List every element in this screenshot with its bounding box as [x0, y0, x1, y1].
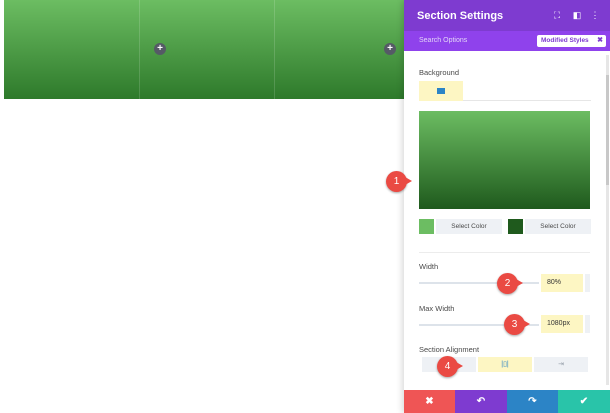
background-gradient-tab[interactable]	[419, 81, 463, 101]
modal-search-bar: Search Options Modified Styles ✖	[404, 31, 610, 51]
scrollbar[interactable]	[606, 55, 609, 385]
gradient-preview[interactable]	[419, 111, 590, 209]
gradient-start-swatch[interactable]	[419, 219, 434, 234]
background-label: Background	[419, 68, 460, 77]
gradient-end-select-color-button[interactable]: Select Color	[525, 219, 591, 234]
redo-button[interactable]: ↷	[507, 390, 558, 413]
close-icon[interactable]: ✖	[597, 36, 603, 44]
max-width-label: Max Width	[419, 304, 455, 313]
modified-styles-filter[interactable]: Modified Styles ✖	[537, 35, 606, 47]
section-settings-modal: Section Settings ⛶ ◧ ⋮ Search Options Mo…	[404, 0, 610, 413]
filter-badge-label: Modified Styles	[541, 37, 589, 44]
gradient-end-swatch[interactable]	[508, 219, 523, 234]
center-align-icon[interactable]: |▯|	[478, 357, 532, 372]
modal-header: Section Settings ⛶ ◧ ⋮	[404, 0, 610, 31]
column-divider	[139, 0, 140, 99]
fullscreen-icon[interactable]: ⛶	[552, 10, 562, 21]
gradient-start-select-color-button[interactable]: Select Color	[436, 219, 502, 234]
more-options-icon[interactable]: ⋮	[590, 10, 600, 21]
max-width-value-unit	[585, 315, 590, 333]
tab-underline	[463, 100, 591, 101]
callout-4: 4	[437, 356, 463, 377]
gradient-icon	[437, 88, 445, 94]
width-label: Width	[419, 262, 439, 271]
right-align-icon[interactable]: ⇥	[534, 357, 588, 372]
scroll-thumb[interactable]	[606, 75, 609, 185]
callout-3: 3	[504, 314, 530, 335]
undo-button[interactable]: ↶	[455, 390, 507, 413]
max-width-value-input[interactable]: 1080px	[541, 315, 583, 333]
cancel-button[interactable]: ✖	[404, 390, 455, 413]
callout-2: 2	[497, 273, 523, 294]
callout-1: 1	[386, 171, 412, 192]
split-view-icon[interactable]: ◧	[572, 10, 582, 21]
save-button[interactable]: ✔	[558, 390, 610, 413]
section-preview[interactable]: + +	[4, 0, 404, 99]
search-options-input[interactable]: Search Options	[419, 37, 467, 44]
width-value-unit	[585, 274, 590, 292]
section-alignment-label: Section Alignment	[419, 345, 480, 354]
builder-canvas: + + Section Settings ⛶ ◧ ⋮ Search Option…	[0, 0, 610, 413]
add-module-icon[interactable]: +	[384, 43, 396, 55]
add-module-icon[interactable]: +	[154, 43, 166, 55]
column-divider	[274, 0, 275, 99]
divider	[419, 252, 590, 253]
modal-title: Section Settings	[417, 10, 504, 22]
width-value-input[interactable]: 80%	[541, 274, 583, 292]
